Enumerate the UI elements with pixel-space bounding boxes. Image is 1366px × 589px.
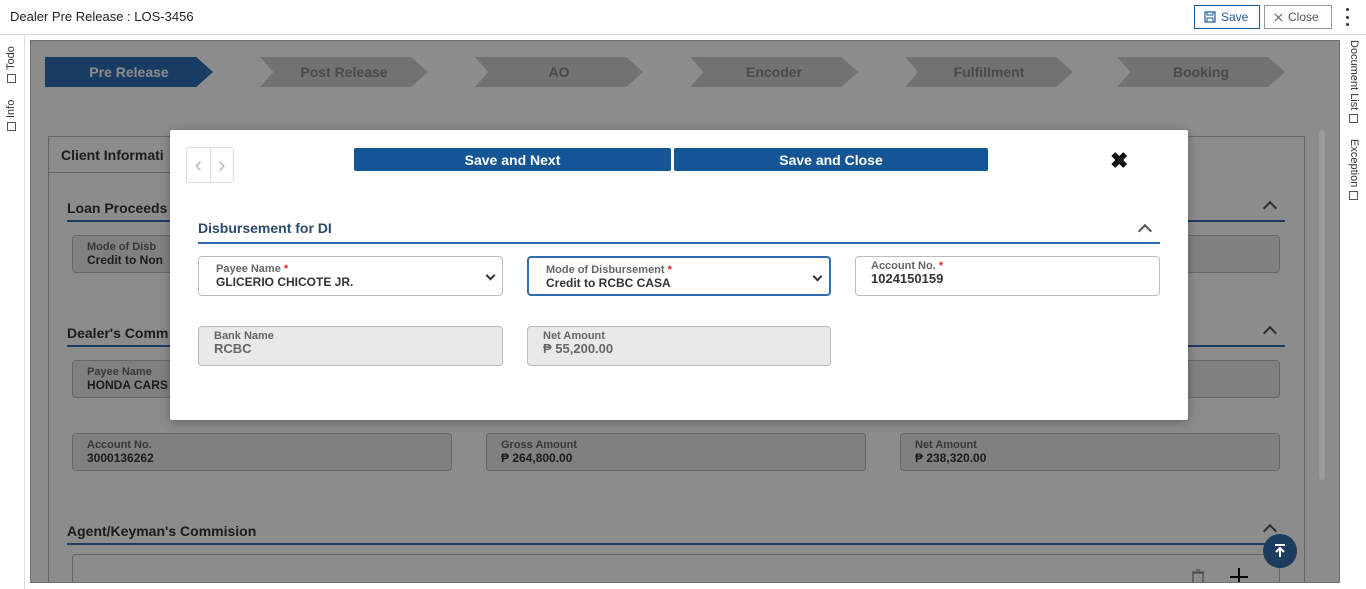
todo-tab-label: Todo <box>5 46 17 70</box>
close-button-label: Close <box>1288 10 1319 24</box>
payee-name-value: GLICERIO CHICOTE JR. <box>216 275 354 289</box>
mode-of-disbursement-label: Mode of Disbursement <box>546 264 665 276</box>
todo-tab[interactable]: Todo <box>5 46 17 83</box>
previous-arrow-icon[interactable]: ‹ <box>187 148 211 182</box>
chevron-down-icon[interactable] <box>812 271 823 282</box>
net-amount-field: Net Amount ₱ 55,200.00 <box>527 326 831 366</box>
left-sidebar: Todo Info <box>0 35 25 589</box>
exception-icon <box>1349 191 1359 201</box>
next-arrow-icon[interactable]: › <box>211 148 234 182</box>
disbursement-section-title: Disbursement for DI <box>198 220 332 236</box>
chevron-up-icon[interactable] <box>1137 223 1153 239</box>
page-title: Dealer Pre Release : LOS-3456 <box>10 9 194 24</box>
scroll-to-top-button[interactable] <box>1263 534 1297 568</box>
save-and-next-button[interactable]: Save and Next <box>354 148 671 171</box>
account-number-value: 1024150159 <box>871 271 944 286</box>
modal-close-icon[interactable]: ✖ <box>1110 150 1128 172</box>
todo-icon <box>6 74 16 83</box>
save-button[interactable]: Save <box>1194 5 1260 29</box>
disbursement-section-header[interactable]: Disbursement for DI <box>198 220 1160 244</box>
chevron-down-icon[interactable] <box>485 270 496 281</box>
payee-name-label: Payee Name <box>216 263 281 275</box>
mode-of-disbursement-value: Credit to RCBC CASA <box>546 276 671 290</box>
bank-name-label: Bank Name <box>214 330 274 342</box>
document-list-tab-label: Document List <box>1348 40 1360 111</box>
payee-name-select[interactable]: Payee Name * GLICERIO CHICOTE JR. <box>198 256 503 296</box>
scroll-to-top-icon <box>1275 544 1285 557</box>
right-sidebar: Document List Exception <box>1342 35 1366 589</box>
required-marker: * <box>667 264 672 276</box>
disbursement-modal: ‹ › Save and Next Save and Close ✖ Disbu… <box>170 130 1188 420</box>
exception-tab[interactable]: Exception <box>1348 139 1360 201</box>
info-icon <box>6 122 16 131</box>
save-and-close-button[interactable]: Save and Close <box>674 148 988 171</box>
bank-name-value: RCBC <box>214 341 252 356</box>
document-list-icon <box>1349 114 1359 124</box>
save-button-label: Save <box>1221 10 1249 24</box>
account-number-field[interactable]: Account No. * 1024150159 <box>855 256 1160 296</box>
close-icon <box>1274 13 1283 21</box>
exception-tab-label: Exception <box>1348 139 1360 188</box>
bank-name-field: Bank Name RCBC <box>198 326 503 366</box>
more-options-icon[interactable] <box>1340 8 1354 26</box>
info-tab[interactable]: Info <box>5 100 17 131</box>
top-bar: Dealer Pre Release : LOS-3456 Save Close <box>0 0 1366 35</box>
net-amount-value: ₱ 55,200.00 <box>543 341 614 356</box>
mode-of-disbursement-select[interactable]: Mode of Disbursement * Credit to RCBC CA… <box>527 256 831 296</box>
required-marker: * <box>283 263 289 275</box>
document-list-tab[interactable]: Document List <box>1348 40 1360 124</box>
save-icon <box>1204 11 1216 23</box>
record-navigation: ‹ › <box>186 147 234 183</box>
scrollbar[interactable] <box>1319 130 1325 480</box>
info-tab-label: Info <box>5 99 17 118</box>
close-button[interactable]: Close <box>1264 5 1332 29</box>
